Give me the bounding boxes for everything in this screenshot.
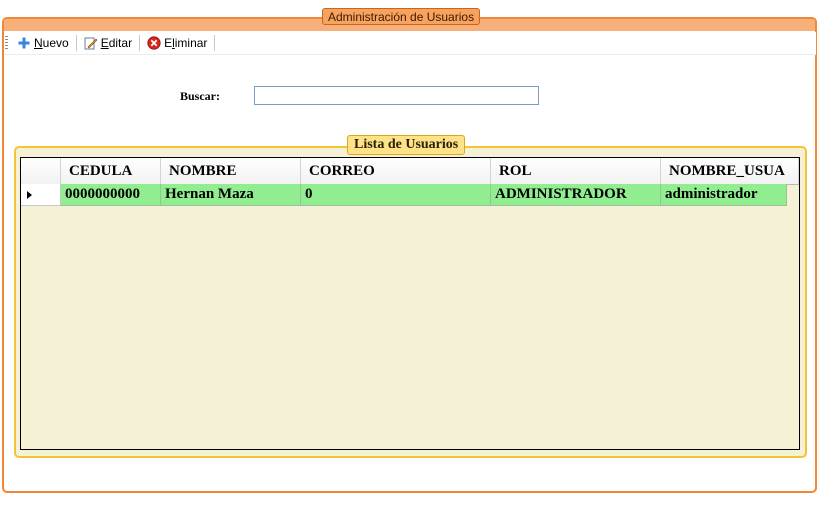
- cell-correo[interactable]: 0: [301, 184, 491, 206]
- column-header-cedula[interactable]: CEDULA: [61, 158, 161, 184]
- nuevo-button[interactable]: Nuevo: [13, 33, 73, 53]
- search-label: Buscar:: [180, 89, 220, 103]
- toolbar-grip[interactable]: [5, 36, 8, 50]
- plus-icon: [17, 36, 31, 50]
- toolbar-separator: [139, 35, 141, 51]
- cell-rol[interactable]: ADMINISTRADOR: [491, 184, 661, 206]
- column-header-correo[interactable]: CORREO: [301, 158, 491, 184]
- users-list-title: Lista de Usuarios: [347, 135, 466, 155]
- search-input[interactable]: [254, 86, 539, 105]
- row-selector[interactable]: [21, 184, 61, 206]
- editar-label: Editar: [100, 36, 133, 50]
- toolbar: Nuevo Editar Eliminar: [4, 32, 816, 55]
- toolbar-separator: [214, 35, 216, 51]
- eliminar-button[interactable]: Eliminar: [143, 33, 211, 53]
- cell-nombre[interactable]: Hernan Maza: [161, 184, 301, 206]
- delete-icon: [147, 36, 161, 50]
- table-row[interactable]: 0000000000 Hernan Maza 0 ADMINISTRADOR a…: [21, 184, 787, 206]
- cell-nombre-usuario[interactable]: administrador: [661, 184, 787, 206]
- eliminar-label: Eliminar: [164, 36, 208, 50]
- editar-button[interactable]: Editar: [80, 33, 136, 53]
- users-grid[interactable]: CEDULA NOMBRE CORREO ROL NOMBRE_USUA 000…: [20, 157, 800, 450]
- column-header-nombre[interactable]: NOMBRE: [161, 158, 301, 184]
- toolbar-separator: [75, 35, 77, 51]
- grid-header: CEDULA NOMBRE CORREO ROL NOMBRE_USUA: [21, 158, 799, 185]
- column-header-nombre-usuario[interactable]: NOMBRE_USUA: [661, 158, 799, 184]
- nuevo-label: Nuevo: [34, 36, 69, 50]
- panel-title: Administración de Usuarios: [322, 8, 481, 25]
- row-header-corner: [21, 158, 61, 184]
- edit-pencil-icon: [84, 36, 98, 50]
- cell-cedula[interactable]: 0000000000: [61, 184, 161, 206]
- current-row-arrow-icon: [27, 190, 32, 199]
- column-header-rol[interactable]: ROL: [491, 158, 661, 184]
